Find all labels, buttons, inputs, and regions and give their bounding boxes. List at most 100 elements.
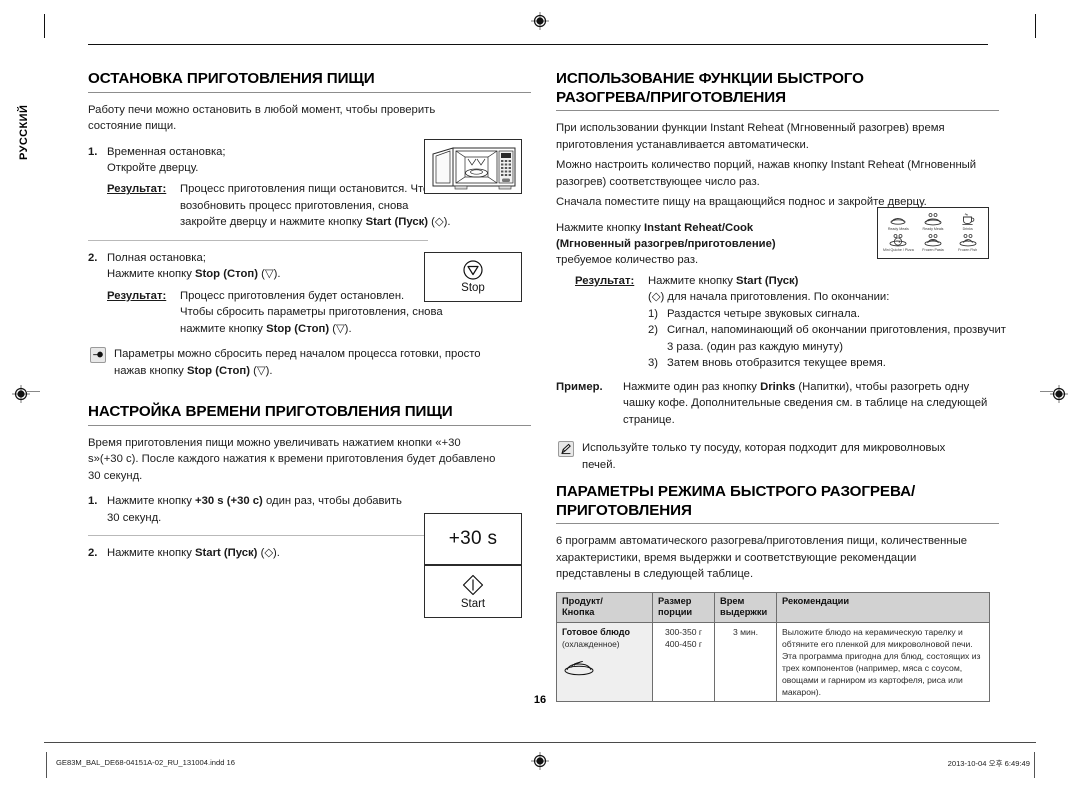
- footer-filename: GE83M_BAL_DE68-04151A-02_RU_131004.indd …: [56, 758, 236, 767]
- icon-caption: Mini Quiche / Pizza: [882, 248, 914, 252]
- press-line-3: требуемое количество раз.: [556, 254, 699, 267]
- note-text-tail: (▽).: [249, 364, 273, 377]
- cookware-note-text: Используйте только ту посуду, которая по…: [582, 442, 946, 471]
- frozen-fish-icon: [959, 233, 977, 248]
- heading-line-2: РАЗОГРЕВА/ПРИГОТОВЛЕНИЯ: [556, 88, 786, 106]
- step-2-line-2-tail: (▽).: [258, 268, 281, 281]
- start-button-illustration: Start: [424, 565, 522, 618]
- icon-caption: Frozen Pasta: [922, 248, 944, 252]
- stop-button-label: Stop: [461, 282, 485, 295]
- stop-button-icon: [463, 260, 483, 280]
- footer-timestamp: 2013-10-04 오후 6:49:49: [947, 759, 1030, 768]
- instant-reheat-cook-ref: Instant Reheat/Cook: [643, 221, 754, 234]
- icon-cell-frozen-fish: Frozen Fish: [950, 233, 985, 254]
- heading-line-1: ПАРАМЕТРЫ РЕЖИМА БЫСТРОГО РАЗОГРЕВА/: [556, 483, 916, 501]
- sublist-marker: 1): [648, 307, 659, 320]
- table-header-product: Продукт/ Кнопка: [556, 591, 653, 624]
- instant-reheat-para-1: При использовании функции Instant Reheat…: [556, 122, 945, 151]
- reheat-parameters-table: Продукт/ Кнопка Размер порции Врем выдер…: [556, 591, 990, 703]
- drinks-cup-icon: [961, 212, 975, 227]
- icon-cell-ready-meals-2: Ready Meals: [916, 212, 951, 233]
- footer-tick-left: [46, 752, 47, 778]
- step-divider-2: [88, 535, 428, 537]
- step-2-result-text-2-tail: (▽).: [329, 322, 352, 335]
- header-line-1: Врем: [720, 595, 745, 606]
- stop-cooking-intro: Работу печи можно остановить в любой мом…: [88, 103, 436, 133]
- result-line-2: (◇) для начала приготовления. По окончан…: [648, 291, 890, 304]
- header-line-2: порции: [658, 607, 693, 618]
- section-heading-instant-reheat: ИСПОЛЬЗОВАНИЕ ФУНКЦИИ БЫСТРОГО РАЗОГРЕВА…: [556, 70, 999, 107]
- manual-page: РУССКИЙ ОСТАНОВКА ПРИГОТОВЛЕНИЯ ПИЩИ Раб…: [0, 0, 1080, 788]
- cookware-note: Используйте только ту посуду, которая по…: [556, 440, 956, 473]
- icon-caption: Drinks: [962, 227, 973, 231]
- crop-mark-top-left: [44, 14, 45, 38]
- result-label: Результат:: [107, 183, 167, 196]
- crop-mark-mid-right: [1040, 391, 1054, 392]
- sublist-text: Раздастся четыре звуковых сигнала.: [667, 307, 860, 320]
- result-sublist: 1) Раздастся четыре звуковых сигнала. 2)…: [648, 306, 1008, 372]
- example-label: Пример.: [556, 380, 603, 393]
- icon-cell-frozen-pasta: Frozen Pasta: [916, 233, 951, 254]
- sublist-text: Сигнал, напоминающий об окончании пригот…: [667, 324, 1006, 353]
- step-1-line-2: Откройте дверцу.: [107, 162, 199, 174]
- registration-mark-top: [531, 12, 549, 30]
- press-line-1-pre: Нажмите кнопку: [556, 221, 644, 234]
- header-line-1: Размер: [658, 595, 692, 606]
- sublist-text: Затем вновь отобразится текущее время.: [667, 357, 886, 370]
- instant-reheat-icon-panel: Ready Meals Ready Meals Drinks Mini Quic…: [877, 207, 989, 259]
- step-1-result-tail: (◇).: [428, 216, 451, 229]
- plus30s-button-illustration: +30 s: [424, 513, 522, 565]
- adjust-time-intro: Время приготовления пищи можно увеличива…: [88, 436, 496, 482]
- product-sub: (охлажденное): [562, 638, 620, 649]
- mini-quiche-pizza-icon: [889, 233, 907, 248]
- icon-cell-mini-quiche-pizza: Mini Quiche / Pizza: [881, 233, 916, 254]
- result-pre: Нажмите кнопку: [648, 274, 736, 287]
- icon-caption: Ready Meals: [922, 227, 944, 231]
- page-number: 16: [533, 694, 547, 706]
- table-cell-product: Готовое блюдо (охлажденное): [556, 622, 653, 703]
- instant-reheat-result: Результат: Нажмите кнопку Start (Пуск) (…: [556, 273, 1006, 372]
- icon-cell-drinks: Drinks: [950, 212, 985, 233]
- sublist-marker: 2): [648, 324, 659, 337]
- step-number: 1.: [88, 495, 98, 508]
- right-column: ИСПОЛЬЗОВАНИЕ ФУНКЦИИ БЫСТРОГО РАЗОГРЕВА…: [556, 70, 1006, 703]
- header-line-2: Кнопка: [562, 607, 595, 618]
- step-number: 1.: [88, 145, 98, 158]
- step-number: 2.: [88, 251, 98, 264]
- sublist-item: 2) Сигнал, напоминающий об окончании при…: [648, 322, 1008, 355]
- section-heading-reheat-params: ПАРАМЕТРЫ РЕЖИМА БЫСТРОГО РАЗОГРЕВА/ ПРИ…: [556, 483, 999, 520]
- header-line-1: Продукт/: [562, 595, 603, 606]
- start-button-ref-3: Start (Пуск): [735, 274, 799, 287]
- registration-mark-right: [1050, 385, 1068, 403]
- footer-tick-right: [1034, 752, 1035, 778]
- table-cell-recommendation: Выложите блюдо на керамическую тарелку и…: [776, 622, 990, 703]
- step-divider-1: [88, 239, 428, 241]
- header-line-1: Рекомендации: [782, 595, 850, 606]
- step-number: 2.: [88, 547, 98, 560]
- pointing-hand-icon: [90, 347, 106, 364]
- crop-mark-mid-left: [26, 391, 40, 392]
- drinks-button-ref: Drinks: [760, 380, 796, 393]
- heading-line-1: ИСПОЛЬЗОВАНИЕ ФУНКЦИИ БЫСТРОГО: [556, 70, 864, 87]
- table-cell-portion: 300-350 г 400-450 г: [652, 622, 715, 703]
- table-header-recommendations: Рекомендации: [776, 591, 990, 624]
- table-header-standing-time: Врем выдержки: [714, 591, 777, 624]
- footer-rule: [44, 742, 1036, 743]
- stop-button-illustration: Stop: [424, 252, 522, 302]
- header-line-2: выдержки: [720, 607, 768, 618]
- registration-mark-footer: [531, 752, 549, 770]
- heading-line-2: ПРИГОТОВЛЕНИЯ: [556, 501, 692, 519]
- sublist-item: 3) Затем вновь отобразится текущее время…: [648, 355, 1008, 371]
- result-label: Результат:: [575, 274, 635, 287]
- ready-meals-icon: [890, 212, 906, 227]
- registration-mark-left: [12, 385, 30, 403]
- stop-button-ref-3: Stop (Стоп): [186, 364, 250, 377]
- language-tab: РУССКИЙ: [18, 104, 30, 160]
- icon-caption: Ready Meals: [887, 227, 909, 231]
- microwave-oven-open-door-illustration: [432, 147, 516, 190]
- heading-rule: [88, 91, 531, 93]
- section-heading-stop-cooking: ОСТАНОВКА ПРИГОТОВЛЕНИЯ ПИЩИ: [88, 70, 375, 87]
- ready-meal-plate-icon: [562, 656, 647, 679]
- note-text-pre: Параметры можно сбросить перед началом п…: [114, 348, 481, 377]
- heading-rule-2: [88, 424, 531, 426]
